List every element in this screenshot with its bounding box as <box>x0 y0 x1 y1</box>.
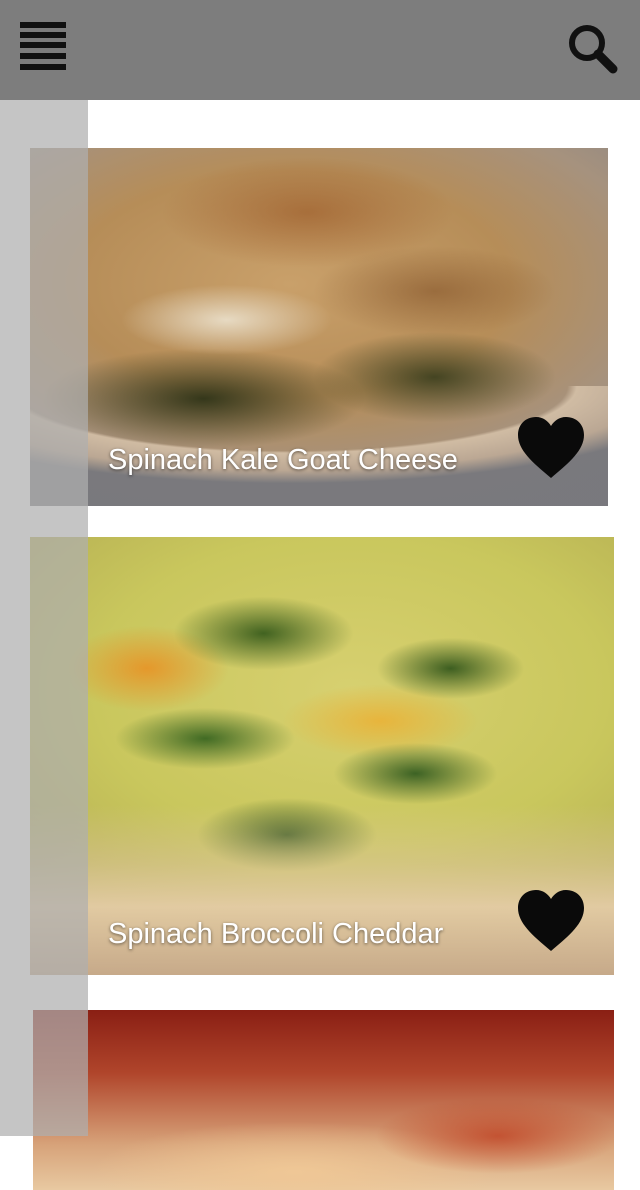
search-icon <box>569 25 618 74</box>
menu-button[interactable] <box>20 22 66 70</box>
search-button[interactable] <box>566 22 618 74</box>
recipe-title: Spinach Kale Goat Cheese <box>108 444 458 476</box>
recipe-photo <box>33 1010 614 1190</box>
recipe-card[interactable]: Spinach Kale Goat Cheese <box>30 148 608 506</box>
favorite-button[interactable] <box>516 889 586 953</box>
heart-icon <box>518 890 584 951</box>
heart-icon <box>518 417 584 478</box>
recipe-title: Spinach Broccoli Cheddar <box>108 918 444 950</box>
side-drawer-edge[interactable] <box>0 100 88 1136</box>
recipe-card[interactable]: Spinach Broccoli Cheddar <box>30 537 614 975</box>
top-bar <box>0 0 640 100</box>
recipe-card[interactable] <box>33 1010 614 1190</box>
favorite-button[interactable] <box>516 416 586 480</box>
